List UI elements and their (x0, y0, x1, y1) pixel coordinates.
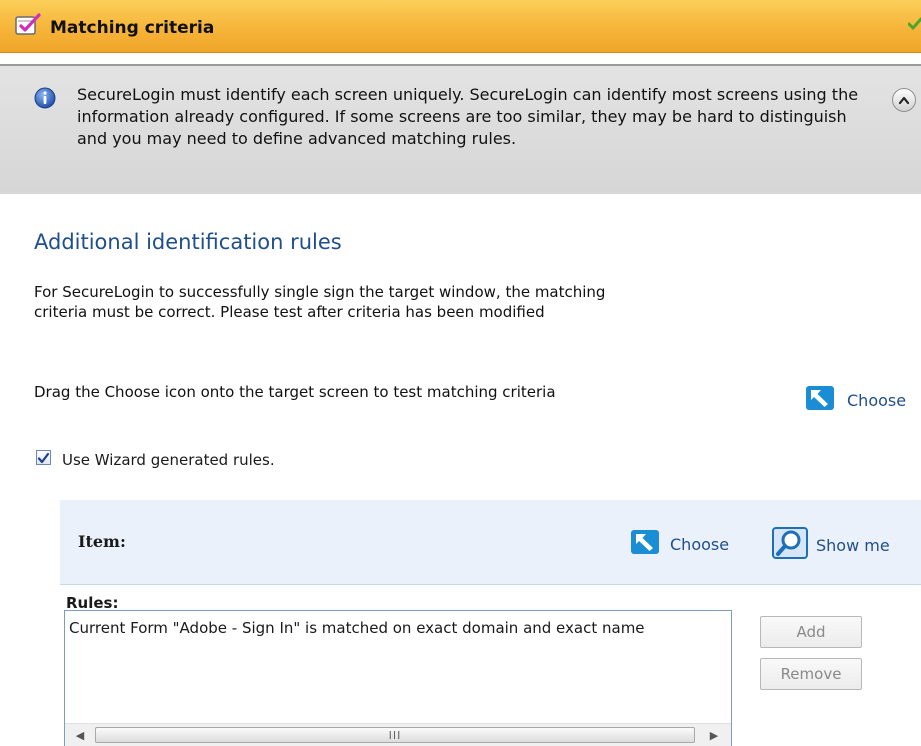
show-me-button[interactable]: Show me (772, 527, 890, 563)
scroll-thumb[interactable]: III (95, 727, 695, 743)
drag-instruction: Drag the Choose icon onto the target scr… (34, 383, 556, 401)
wizard-rules-checkbox[interactable] (36, 450, 51, 465)
rule-item[interactable]: Current Form "Adobe - Sign In" is matche… (69, 619, 645, 637)
info-icon (34, 87, 56, 113)
checkmark-icon (37, 452, 50, 464)
criteria-description: For SecureLogin to successfully single s… (34, 283, 606, 321)
scroll-left-button[interactable]: ◀ (67, 724, 93, 746)
item-choose-button[interactable]: Choose (630, 529, 729, 559)
choose-arrow-icon (805, 385, 835, 415)
magnifier-icon (772, 527, 808, 563)
scroll-thumb-grip: III (388, 728, 402, 742)
info-text: SecureLogin must identify each screen un… (77, 85, 859, 148)
green-check-icon (907, 17, 921, 35)
remove-button[interactable]: Remove (760, 658, 862, 690)
page-title: Matching criteria (50, 18, 215, 38)
choose-button[interactable]: Choose (805, 385, 906, 415)
choose-arrow-icon (630, 529, 660, 559)
choose-label: Choose (847, 390, 907, 410)
chevron-up-icon (898, 96, 910, 105)
item-choose-label: Choose (670, 534, 730, 554)
add-button[interactable]: Add (760, 616, 862, 648)
wizard-rules-label[interactable]: Use Wizard generated rules. (62, 451, 275, 469)
scroll-right-button[interactable]: ▶ (701, 724, 727, 746)
section-title: Additional identification rules (34, 230, 342, 254)
collapse-button[interactable] (892, 88, 916, 112)
show-me-label: Show me (816, 535, 890, 555)
item-label: Item: (78, 532, 126, 551)
checklist-icon (14, 12, 42, 42)
horizontal-scrollbar[interactable]: ◀ III ▶ (65, 723, 731, 746)
